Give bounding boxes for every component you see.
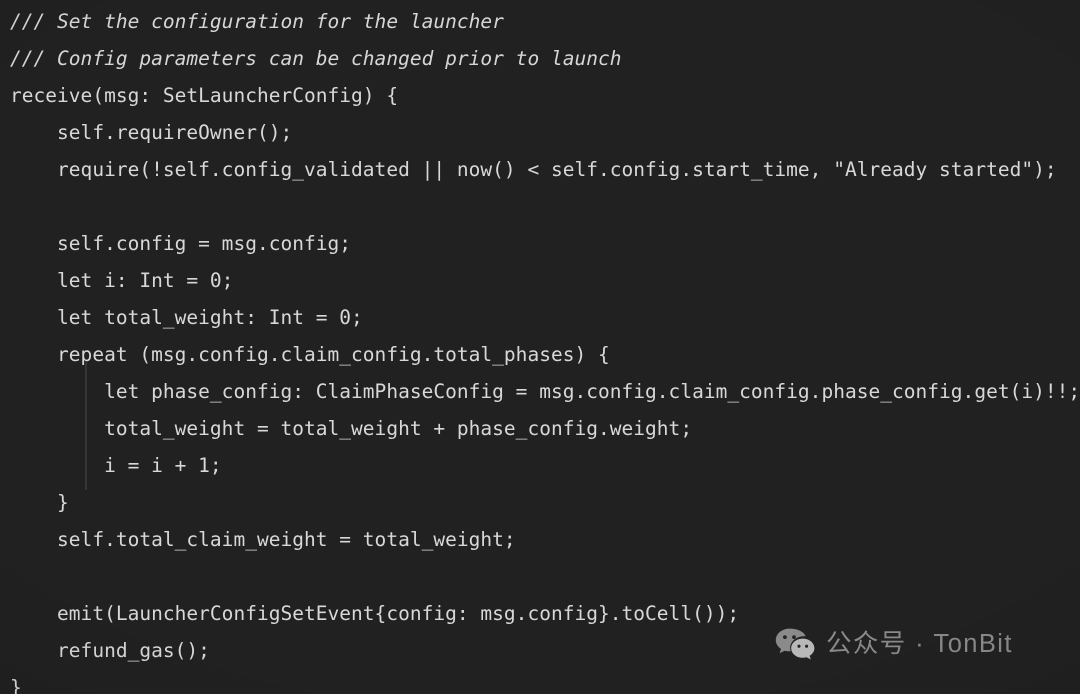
- indent-guide: [85, 362, 87, 490]
- code-line: self.requireOwner();: [10, 121, 293, 144]
- code-editor-content[interactable]: /// Set the configuration for the launch…: [0, 0, 1080, 694]
- code-screenshot: /// Set the configuration for the launch…: [0, 0, 1080, 694]
- watermark-label: 公众号 · TonBit: [826, 629, 1013, 658]
- code-line: let phase_config: ClaimPhaseConfig = msg…: [10, 380, 1080, 403]
- code-line: /// Set the configuration for the launch…: [10, 10, 504, 33]
- wechat-icon: [775, 628, 815, 661]
- code-line: emit(LauncherConfigSetEvent{config: msg.…: [10, 602, 740, 625]
- code-line: /// Config parameters can be changed pri…: [10, 47, 622, 70]
- code-line: require(!self.config_validated || now() …: [10, 158, 1057, 181]
- code-line: receive(msg: SetLauncherConfig) {: [10, 84, 399, 107]
- code-line: self.config = msg.config;: [10, 232, 352, 255]
- code-line: let i: Int = 0;: [10, 269, 234, 292]
- code-line: total_weight = total_weight + phase_conf…: [10, 417, 693, 440]
- code-line: }: [10, 676, 22, 694]
- watermark: 公众号 · TonBit: [775, 628, 1013, 661]
- code-line: }: [10, 491, 69, 514]
- code-line: let total_weight: Int = 0;: [10, 306, 363, 329]
- code-line: i = i + 1;: [10, 454, 222, 477]
- code-line: repeat (msg.config.claim_config.total_ph…: [10, 343, 610, 366]
- code-line: self.total_claim_weight = total_weight;: [10, 528, 516, 551]
